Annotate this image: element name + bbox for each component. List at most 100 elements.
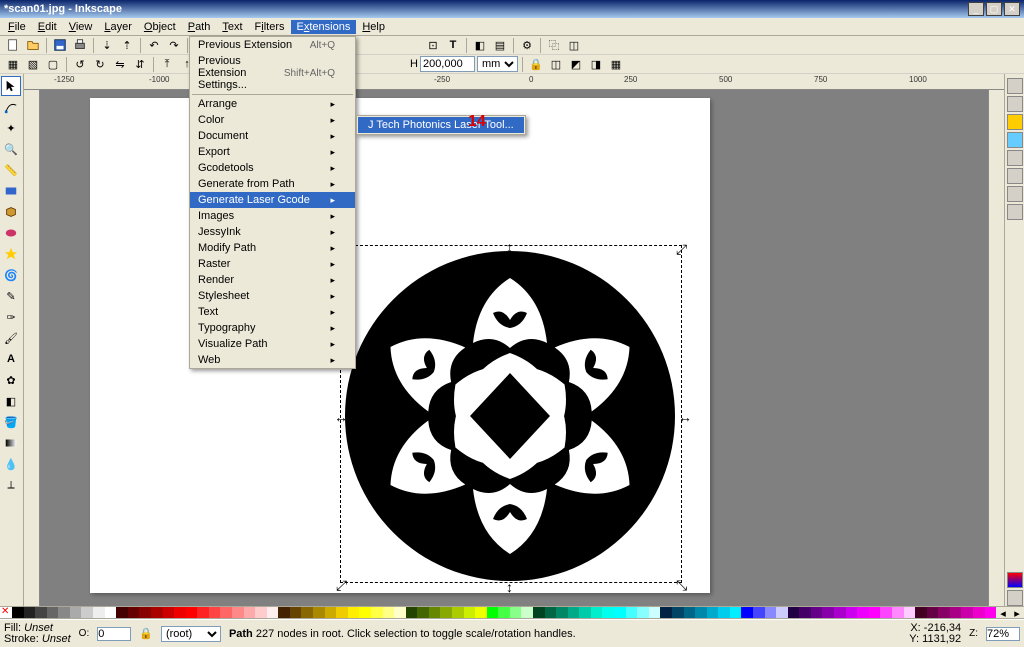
menu-help[interactable]: Help bbox=[356, 20, 391, 34]
swatch[interactable] bbox=[637, 607, 649, 618]
swatch[interactable] bbox=[452, 607, 464, 618]
swatch[interactable] bbox=[209, 607, 221, 618]
menu-visualize-path[interactable]: Visualize Path bbox=[190, 336, 355, 352]
menu-typography[interactable]: Typography bbox=[190, 320, 355, 336]
tweak-tool[interactable]: ✦ bbox=[1, 118, 21, 138]
save-button[interactable] bbox=[51, 37, 69, 54]
layer-lock-icon[interactable]: 🔒 bbox=[139, 627, 153, 640]
swatch[interactable] bbox=[116, 607, 128, 618]
minimize-button[interactable]: _ bbox=[968, 2, 984, 16]
swatch[interactable] bbox=[313, 607, 325, 618]
redo-button[interactable]: ↷ bbox=[165, 37, 183, 54]
swatch[interactable] bbox=[869, 607, 881, 618]
swatch[interactable] bbox=[950, 607, 962, 618]
text-tool-button[interactable]: T bbox=[444, 37, 462, 54]
swatch[interactable] bbox=[579, 607, 591, 618]
swatch[interactable] bbox=[12, 607, 24, 618]
swatch[interactable] bbox=[510, 607, 522, 618]
swatch[interactable] bbox=[741, 607, 753, 618]
handle-mid-right[interactable] bbox=[678, 409, 688, 419]
print-button[interactable] bbox=[71, 37, 89, 54]
swatch[interactable] bbox=[602, 607, 614, 618]
menu-images[interactable]: Images bbox=[190, 208, 355, 224]
swatch[interactable] bbox=[985, 607, 997, 618]
handle-top-mid[interactable] bbox=[506, 239, 516, 249]
swatch[interactable] bbox=[822, 607, 834, 618]
swatch[interactable] bbox=[35, 607, 47, 618]
selection-box[interactable] bbox=[340, 245, 682, 583]
dropper-tool[interactable]: 💧 bbox=[1, 454, 21, 474]
handle-mid-left[interactable] bbox=[334, 409, 344, 419]
prefs-button[interactable]: ⚙ bbox=[518, 37, 536, 54]
undo-button[interactable]: ↶ bbox=[145, 37, 163, 54]
swatch[interactable] bbox=[857, 607, 869, 618]
spiral-tool[interactable]: 🌀 bbox=[1, 265, 21, 285]
palette-scroll-left[interactable]: ◂ bbox=[996, 607, 1010, 618]
dock-xml-icon[interactable] bbox=[1007, 204, 1023, 220]
dock-text-icon[interactable] bbox=[1007, 186, 1023, 202]
flip-h-button[interactable]: ⇋ bbox=[111, 56, 129, 73]
dock-gradient-icon[interactable] bbox=[1007, 572, 1023, 588]
swatch[interactable] bbox=[475, 607, 487, 618]
swatch[interactable] bbox=[904, 607, 916, 618]
palette-menu-icon[interactable]: ▸ bbox=[1010, 607, 1024, 618]
swatch[interactable] bbox=[487, 607, 499, 618]
swatch[interactable] bbox=[139, 607, 151, 618]
menu-arrange[interactable]: Arrange bbox=[190, 96, 355, 112]
swatch[interactable] bbox=[880, 607, 892, 618]
menu-jessyink[interactable]: JessyInk bbox=[190, 224, 355, 240]
swatch[interactable] bbox=[788, 607, 800, 618]
menu-generate-from-path[interactable]: Generate from Path bbox=[190, 176, 355, 192]
menu-raster[interactable]: Raster bbox=[190, 256, 355, 272]
menu-jtech-laser-tool[interactable]: J Tech Photonics Laser Tool... bbox=[358, 117, 524, 133]
swatch[interactable] bbox=[371, 607, 383, 618]
menu-document[interactable]: Document bbox=[190, 128, 355, 144]
rect-tool[interactable] bbox=[1, 181, 21, 201]
swatch[interactable] bbox=[498, 607, 510, 618]
new-button[interactable] bbox=[4, 37, 22, 54]
canvas[interactable] bbox=[40, 90, 988, 606]
lock-icon[interactable]: 🔒 bbox=[527, 56, 545, 73]
swatch[interactable] bbox=[776, 607, 788, 618]
flip-v-button[interactable]: ⇵ bbox=[131, 56, 149, 73]
swatch[interactable] bbox=[47, 607, 59, 618]
menu-object[interactable]: Object bbox=[138, 20, 182, 34]
eraser-tool[interactable]: ◧ bbox=[1, 391, 21, 411]
measure-tool[interactable]: 📏 bbox=[1, 160, 21, 180]
swatch[interactable] bbox=[244, 607, 256, 618]
maximize-button[interactable]: ▢ bbox=[986, 2, 1002, 16]
swatch[interactable] bbox=[730, 607, 742, 618]
transform-corners-button[interactable]: ◩ bbox=[567, 56, 585, 73]
opacity-input[interactable] bbox=[97, 627, 131, 641]
3dbox-tool[interactable] bbox=[1, 202, 21, 222]
swatch[interactable] bbox=[695, 607, 707, 618]
transform-pattern-button[interactable]: ▦ bbox=[607, 56, 625, 73]
menu-extensions[interactable]: Extensions bbox=[291, 20, 357, 34]
unit-select[interactable]: mm bbox=[477, 56, 518, 72]
menu-export[interactable]: Export bbox=[190, 144, 355, 160]
swatch[interactable] bbox=[24, 607, 36, 618]
swatch[interactable] bbox=[765, 607, 777, 618]
swatch[interactable] bbox=[267, 607, 279, 618]
swatch[interactable] bbox=[417, 607, 429, 618]
menu-stylesheet[interactable]: Stylesheet bbox=[190, 288, 355, 304]
menu-web[interactable]: Web bbox=[190, 352, 355, 368]
swatch[interactable] bbox=[660, 607, 672, 618]
swatch[interactable] bbox=[359, 607, 371, 618]
swatch[interactable] bbox=[718, 607, 730, 618]
swatch[interactable] bbox=[81, 607, 93, 618]
swatch[interactable] bbox=[846, 607, 858, 618]
deselect-button[interactable]: ▢ bbox=[44, 56, 62, 73]
dock-object-icon[interactable] bbox=[1007, 590, 1023, 606]
ellipse-tool[interactable] bbox=[1, 223, 21, 243]
selector-tool[interactable] bbox=[1, 76, 21, 96]
rotate-ccw-button[interactable]: ↺ bbox=[71, 56, 89, 73]
swatch[interactable] bbox=[290, 607, 302, 618]
swatch[interactable] bbox=[556, 607, 568, 618]
swatch[interactable] bbox=[429, 607, 441, 618]
fill-stroke-indicator[interactable]: Fill: Unset Stroke: Unset bbox=[4, 623, 71, 645]
dock-stroke-icon[interactable] bbox=[1007, 132, 1023, 148]
swatch[interactable] bbox=[232, 607, 244, 618]
swatch[interactable] bbox=[197, 607, 209, 618]
menu-path[interactable]: Path bbox=[182, 20, 217, 34]
